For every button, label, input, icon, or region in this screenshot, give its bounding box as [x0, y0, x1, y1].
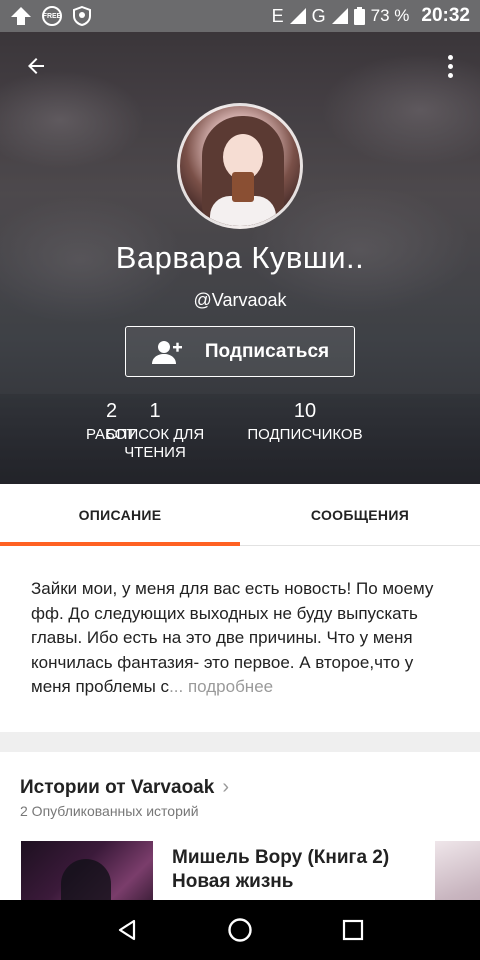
battery-level: 73 %	[370, 6, 410, 25]
nav-recents-button[interactable]	[333, 910, 373, 950]
system-navigation-bar	[0, 900, 480, 960]
network-type-g: G	[311, 5, 326, 26]
story-title[interactable]: Мишель Вору (Книга 2) Новая жизнь	[172, 846, 412, 894]
status-bar: FREE E G 73 % 20:32	[0, 0, 480, 32]
stat-followers[interactable]: 10 ПОДПИСЧИКОВ	[225, 400, 385, 462]
follow-button-label: Подписаться	[204, 340, 330, 362]
dot-icon	[447, 72, 453, 78]
section-divider	[0, 732, 480, 752]
profile-description: Зайки мои, у меня для вас есть новость! …	[0, 547, 480, 732]
story-cover-image[interactable]	[21, 841, 153, 900]
profile-stats: 2 РАБОТ 1 СПИСОК ДЛЯ ЧТЕНИЯ 10 ПОДПИСЧИК…	[0, 400, 480, 462]
chevron-right-icon: ›	[222, 776, 229, 798]
user-name: Варвара Кувши..	[115, 240, 365, 275]
upload-icon	[11, 7, 31, 25]
stories-header-link[interactable]: Истории от Varvaoak ›	[20, 776, 229, 799]
clock: 20:32	[421, 5, 470, 26]
user-handle: @Varvaoak	[193, 290, 287, 310]
circle-home-icon	[228, 918, 252, 942]
profile-header: Варвара Кувши.. @Varvaoak Подписаться 2 …	[0, 0, 480, 484]
stat-reading-list-label: СПИСОК ДЛЯ ЧТЕНИЯ	[105, 426, 205, 461]
read-more-link[interactable]: ... подробнее	[169, 677, 273, 696]
stat-followers-value: 10	[293, 400, 317, 422]
stories-section: Истории от Varvaoak › 2 Опубликованных и…	[0, 752, 480, 900]
stories-count: 2 Опубликованных историй	[20, 803, 199, 819]
signal-icon	[289, 8, 306, 24]
battery-icon	[353, 7, 365, 25]
back-button[interactable]	[20, 50, 52, 82]
nav-home-button[interactable]	[220, 910, 260, 950]
network-type-e: E	[271, 5, 284, 26]
shield-icon	[73, 6, 91, 26]
stat-followers-label: ПОДПИСЧИКОВ	[247, 426, 363, 443]
add-person-icon	[151, 340, 182, 364]
avatar	[177, 103, 303, 229]
nav-back-button[interactable]	[107, 910, 147, 950]
more-options-button[interactable]	[438, 50, 462, 82]
arrow-left-icon	[28, 58, 44, 74]
stat-reading-list[interactable]: 1 СПИСОК ДЛЯ ЧТЕНИЯ	[105, 400, 205, 462]
follow-button[interactable]: Подписаться	[125, 326, 355, 377]
dot-icon	[447, 54, 453, 60]
tab-description[interactable]: ОПИСАНИЕ	[0, 484, 240, 546]
free-badge-icon: FREE	[42, 6, 62, 26]
stories-title: Истории от Varvaoak	[20, 776, 215, 798]
story-cover-image[interactable]	[435, 841, 480, 900]
profile-tabs: ОПИСАНИЕ СООБЩЕНИЯ	[0, 484, 480, 546]
stat-reading-list-value: 1	[149, 400, 161, 422]
square-recents-icon	[343, 919, 364, 941]
signal-icon	[331, 8, 348, 24]
dot-icon	[447, 63, 453, 69]
triangle-back-icon	[118, 919, 135, 941]
tab-messages[interactable]: СООБЩЕНИЯ	[240, 484, 480, 545]
